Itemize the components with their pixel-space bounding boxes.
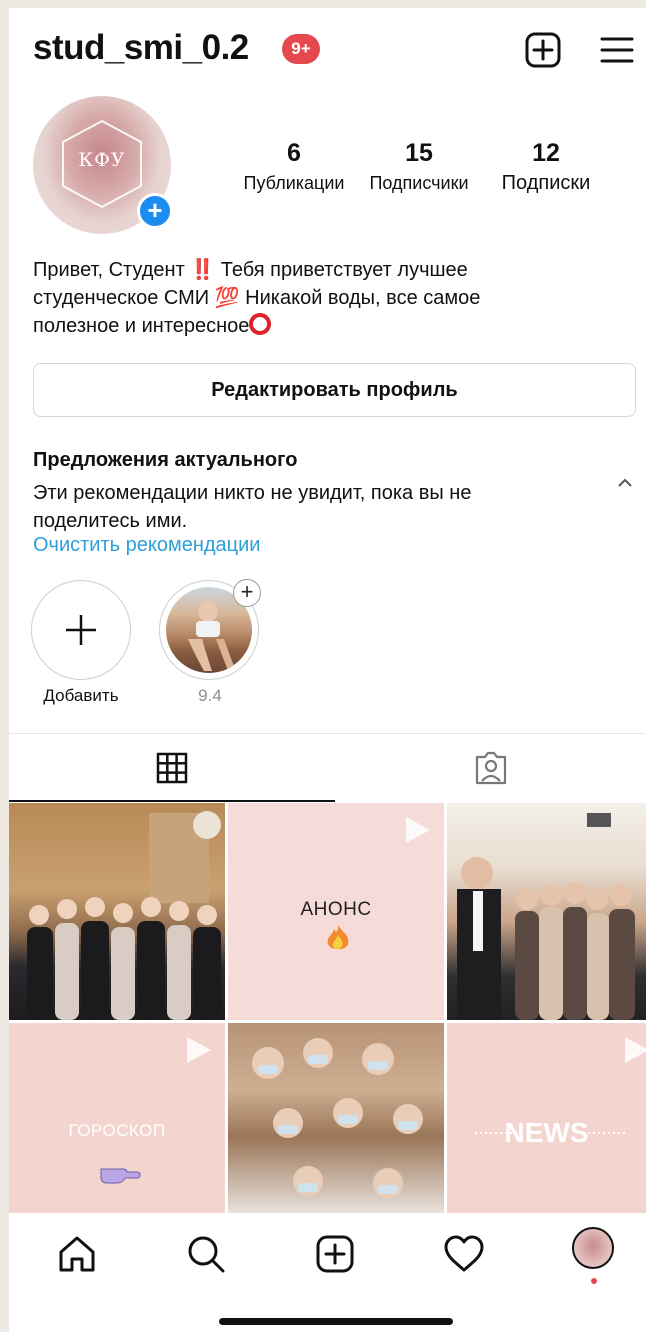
home-icon[interactable] (57, 1234, 97, 1279)
post-4-text: ГОРОСКОП (68, 1121, 166, 1140)
stat-posts[interactable]: 6 Публикации (237, 138, 351, 196)
top-bar: stud_smi_0.2 9+ (9, 8, 646, 92)
new-post-nav-icon[interactable] (315, 1234, 355, 1279)
bio-hundred-emoji: 💯 (214, 287, 240, 309)
profile-avatar-nav[interactable] (572, 1227, 614, 1269)
plus-icon (66, 615, 96, 645)
crowd-photo-image (457, 813, 635, 1020)
stat-following[interactable]: 12 Подписки (491, 138, 601, 196)
clear-suggestions-link[interactable]: Очистить рекомендации (33, 534, 260, 557)
add-highlight-button[interactable] (31, 580, 131, 680)
bio-line1-b: Тебя приветствует лучшее (220, 259, 468, 281)
stat-posts-label: Публикации (243, 173, 345, 193)
highlight-story[interactable]: + (159, 579, 261, 680)
tab-tagged[interactable] (335, 734, 646, 802)
stat-followers-count: 15 (405, 139, 433, 167)
bio-line1-a: Привет, Студент (33, 259, 185, 281)
video-play-icon (187, 1037, 211, 1063)
post-thumbnail-2[interactable]: АНОНС (228, 803, 444, 1020)
profile-screen: stud_smi_0.2 9+ КФУ + 6 Публикации 15 По… (9, 8, 646, 1332)
bio-line3: полезное и интересное (33, 315, 250, 337)
fire-icon (327, 925, 349, 950)
stat-following-label: Подписки (501, 172, 591, 194)
activity-heart-icon[interactable] (443, 1234, 485, 1279)
profile-bio: Привет, Студент ‼️ Тебя приветствует луч… (33, 256, 593, 340)
new-post-icon[interactable] (523, 30, 563, 70)
pointing-hand-icon (100, 1168, 141, 1184)
post-thumbnail-3[interactable] (447, 803, 646, 1020)
add-story-plus-icon[interactable]: + (137, 193, 173, 229)
grid-icon (156, 752, 188, 784)
highlight-label-add: Добавить (43, 686, 119, 705)
video-play-icon (406, 817, 430, 843)
tab-grid[interactable] (9, 734, 335, 802)
red-circle-icon (249, 313, 272, 335)
post-thumbnail-5[interactable] (228, 1023, 444, 1213)
edit-profile-button[interactable]: Редактировать профиль (33, 363, 636, 417)
tagged-icon (475, 751, 506, 785)
stat-followers-label: Подписчики (369, 173, 469, 193)
stat-posts-count: 6 (287, 139, 301, 167)
highlight-plus-icon[interactable]: + (233, 579, 261, 607)
bio-line2-b: Никакой воды, все самое (245, 287, 481, 309)
post-6-text: NEWS (504, 1117, 589, 1148)
group-photo-image (27, 811, 221, 1020)
notification-badge[interactable]: 9+ (282, 34, 320, 64)
active-tab-indicator (9, 800, 335, 802)
stat-followers[interactable]: 15 Подписчики (361, 138, 477, 196)
video-play-icon (625, 1037, 646, 1063)
home-indicator (219, 1318, 453, 1325)
suggestions-description: Эти рекомендации никто не увидит, пока в… (33, 482, 472, 532)
search-icon[interactable] (186, 1234, 226, 1279)
suggestions-title: Предложения актуального (33, 449, 298, 471)
avatar-text: КФУ (78, 149, 126, 171)
bio-double-exclamation: ‼️ (190, 259, 216, 281)
stat-following-count: 12 (532, 139, 560, 167)
post-thumbnail-4[interactable]: ГОРОСКОП (9, 1023, 225, 1213)
post-thumbnail-1[interactable] (9, 803, 225, 1020)
highlight-label-story: 9.4 (198, 686, 222, 705)
bio-line2-a: студенческое СМИ (33, 287, 210, 309)
notification-dot (591, 1278, 597, 1284)
username-switcher[interactable]: stud_smi_0.2 (33, 28, 249, 68)
posts-grid: АНОНС ГОРОСКОП NEWS (9, 803, 646, 1213)
chevron-up-icon[interactable] (617, 476, 633, 494)
post-2-text: АНОНС (300, 899, 372, 920)
bottom-nav (9, 1214, 646, 1332)
post-thumbnail-6[interactable]: NEWS (447, 1023, 646, 1213)
menu-icon[interactable] (597, 32, 637, 68)
masked-group-photo-image (252, 1038, 423, 1198)
